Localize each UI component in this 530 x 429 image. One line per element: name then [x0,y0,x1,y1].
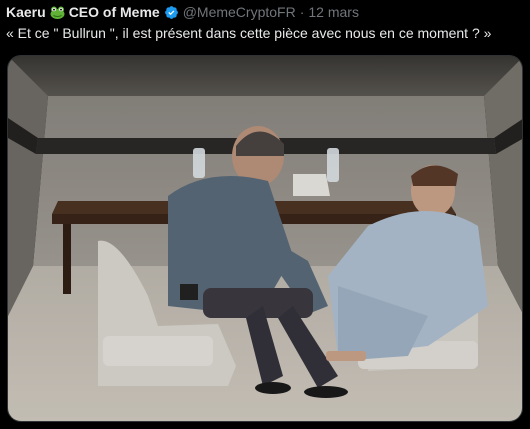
tweet-text: « Et ce " Bullrun ", il est présent dans… [6,25,492,41]
verified-badge-icon [164,5,179,20]
display-name-part1[interactable]: Kaeru [6,4,46,20]
separator-dot: · [299,4,305,20]
tweet-header: Kaeru CEO of Meme @MemeCryptoFR · 12 mar… [6,3,359,21]
user-handle[interactable]: @MemeCryptoFR [183,4,296,20]
frog-icon [50,6,65,19]
display-name-part2[interactable]: CEO of Meme [69,4,160,20]
tweet-date[interactable]: 12 mars [308,4,359,20]
tweet-image[interactable] [7,55,523,422]
interrogation-room-photo [8,56,522,421]
tweet[interactable]: Kaeru CEO of Meme @MemeCryptoFR · 12 mar… [0,0,530,429]
